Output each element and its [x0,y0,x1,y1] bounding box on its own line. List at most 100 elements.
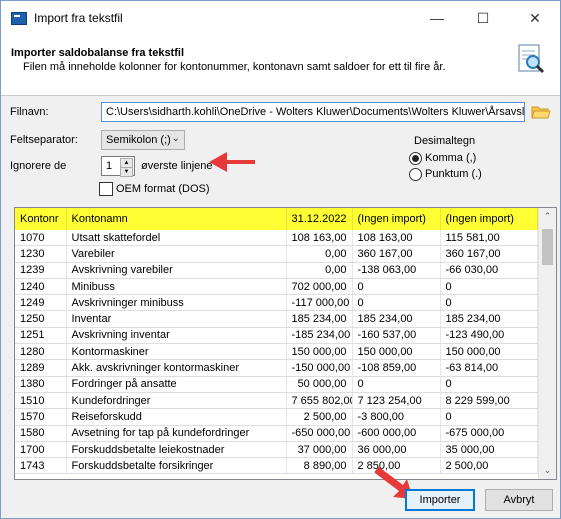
cancel-button[interactable]: Avbryt [485,489,553,511]
close-button[interactable]: ✕ [512,1,558,35]
table-cell: -123 490,00 [440,327,538,345]
table-cell: 108 163,00 [352,230,441,247]
folder-icon[interactable] [531,104,551,120]
table-cell: 185 234,00 [286,310,353,328]
table-row[interactable]: 1700 Forskuddsbetalte leiekostnader 37 000… [15,441,538,459]
table-row[interactable]: 1510 Kundefordringer 7 655 802,00 7 123 254… [15,392,538,410]
table-row[interactable]: 1251 Avskrivning inventar -185 234,00 -160 … [15,327,538,345]
window-title: Import fra tekstfil [34,11,123,25]
title-bar: Import fra tekstfil — ☐ ✕ [1,1,560,35]
table-cell: Inventar [66,310,287,328]
table-cell: Fordringer på ansatte [66,376,287,393]
table-cell: -150 000,00 [286,359,353,377]
table-row[interactable]: 1249 Avskrivninger minibuss -117 000,00 0 0 [15,294,538,312]
column-header[interactable]: 31.12.2022 [286,208,353,230]
table-row[interactable]: 1743 Forskuddsbetalte forsikringer 8 890,0… [15,457,538,475]
table-cell: Utsatt skattefordel [66,230,287,247]
table-row[interactable]: 1070 Utsatt skattefordel 108 163,00 108 163… [15,230,538,247]
table-cell: 37 000,00 [286,441,353,459]
table-row[interactable]: 1380 Fordringer på ansatte 50 000,00 0 0 [15,376,538,393]
table-cell: 702 000,00 [286,278,353,296]
table-row[interactable]: 1240 Minibuss 702 000,00 0 0 [15,278,538,296]
table-cell: 1580 [15,425,67,442]
scroll-up-icon[interactable]: ⌃ [539,208,556,225]
import-button[interactable]: Importer [405,489,475,511]
vertical-scrollbar[interactable]: ⌃ ⌄ [538,208,556,479]
table-cell: 150 000,00 [286,343,353,361]
column-header[interactable]: (Ingen import) [352,208,441,230]
table-cell: 0 [440,376,538,393]
decimal-comma-label: Komma (,) [425,152,477,164]
table-cell: 150 000,00 [352,343,441,361]
filename-input[interactable]: C:\Users\sidharth.kohli\OneDrive - Wolte… [101,102,525,122]
table-row[interactable]: 1239 Avskrivning varebiler 0,00 -138 063,00… [15,262,538,279]
filename-label: Filnavn: [10,106,49,118]
table-cell: 8 229 599,00 [440,392,538,410]
import-dialog: Import fra tekstfil — ☐ ✕ Importer saldo… [0,0,561,519]
table-cell: 185 234,00 [352,310,441,328]
table-cell: Kontormaskiner [66,343,287,361]
table-cell: Reiseforskudd [66,408,287,426]
table-cell: 1070 [15,230,67,247]
table-cell: 185 234,00 [440,310,538,328]
preview-table-container[interactable]: Kontonr Kontonamn 31.12.2022 (Ingen impo… [14,207,557,480]
table-cell: Kundefordringer [66,392,287,410]
table-row[interactable]: 1580 Avsetning for tap på kundefordringer… [15,425,538,442]
chevron-down-icon: ⌄ [171,133,180,144]
column-header[interactable]: Kontonamn [66,208,287,230]
table-row[interactable]: 1230 Varebiler 0,00 360 167,00 360 167,00 [15,245,538,263]
separator-label: Feltseparator: [10,134,78,146]
stepper-down-button[interactable]: ▼ [120,167,133,177]
ignore-lines-value: 1 [106,160,113,172]
table-cell: 0 [352,376,441,393]
table-cell: -600 000,00 [352,425,441,442]
oem-format-checkbox[interactable] [99,182,113,196]
table-cell: 1700 [15,441,67,459]
table-cell: Forskuddsbetalte leiekostnader [66,441,287,459]
table-cell: 1380 [15,376,67,393]
column-header[interactable]: Kontonr [15,208,67,230]
decimal-comma-radio[interactable] [409,152,422,165]
table-cell: -160 537,00 [352,327,441,345]
table-cell: 8 890,00 [286,457,353,475]
document-search-icon [518,44,545,74]
table-row[interactable]: 1289 Akk. avskrivninger kontormaskiner -15… [15,359,538,377]
table-cell: 360 167,00 [440,245,538,263]
table-cell: -63 814,00 [440,359,538,377]
ignore-lines-stepper[interactable]: 1 ▲ ▼ [101,156,135,177]
table-cell: 0,00 [286,245,353,263]
table-cell: Varebiler [66,245,287,263]
table-cell: -3 800,00 [352,408,441,426]
table-cell: -138 063,00 [352,262,441,279]
ignore-lines-suffix: øverste linjene [141,160,213,172]
decimal-period-radio[interactable] [409,168,422,181]
separator-select[interactable]: Semikolon (;) ⌄ [101,130,185,150]
table-cell: 1250 [15,310,67,328]
table-cell: Avskrivning varebiler [66,262,287,279]
scroll-down-icon[interactable]: ⌄ [539,462,556,479]
table-row[interactable]: 1250 Inventar 185 234,00 185 234,00 185 234,… [15,310,538,328]
table-cell: 35 000,00 [440,441,538,459]
oem-format-label: OEM format (DOS) [116,183,210,195]
table-cell: 1251 [15,327,67,345]
decimal-period-label: Punktum (.) [425,168,482,180]
maximize-button[interactable]: ☐ [460,1,506,35]
table-cell: -675 000,00 [440,425,538,442]
table-row[interactable]: 1570 Reiseforskudd 2 500,00 -3 800,00 0 [15,408,538,426]
header-subtitle: Filen må inneholde kolonner for kontonum… [23,61,446,73]
scroll-thumb[interactable] [542,229,553,265]
table-cell: 108 163,00 [286,230,353,247]
table-cell: 1570 [15,408,67,426]
table-cell: 115 581,00 [440,230,538,247]
minimize-button[interactable]: — [414,1,460,35]
table-cell: 7 655 802,00 [286,392,353,410]
table-cell: 1510 [15,392,67,410]
column-header[interactable]: (Ingen import) [440,208,538,230]
table-row[interactable]: 1280 Kontormaskiner 150 000,00 150 000,00 15… [15,343,538,361]
table-cell: 0 [440,278,538,296]
table-cell: 360 167,00 [352,245,441,263]
table-cell: 1249 [15,294,67,312]
dialog-header: Importer saldobalanse fra tekstfil Filen… [1,35,560,96]
decimal-label: Desimaltegn [414,135,476,147]
table-cell: Avsetning for tap på kundefordringer [66,425,287,442]
